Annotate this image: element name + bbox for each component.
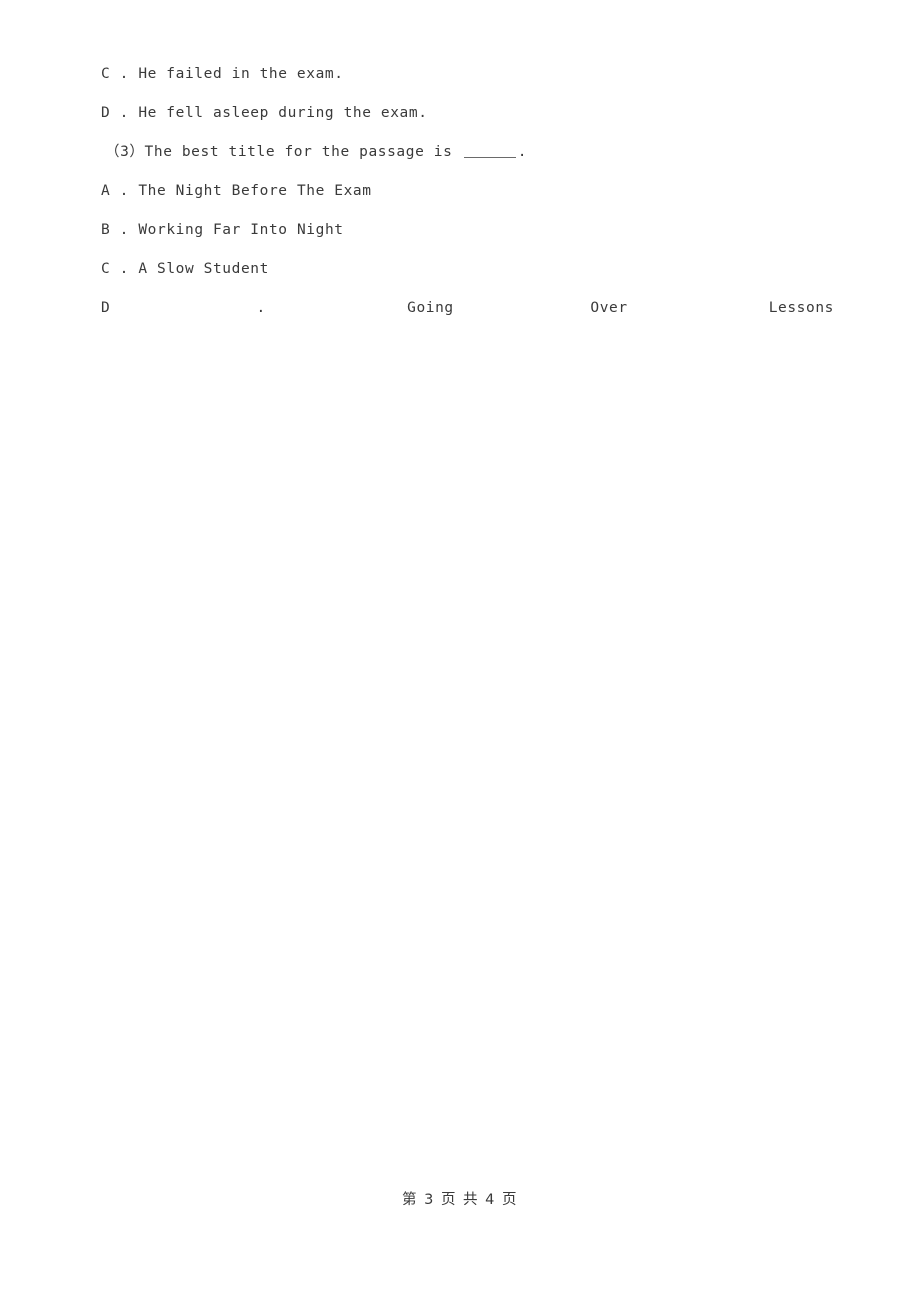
- document-page: C . He failed in the exam. D . He fell a…: [0, 0, 920, 1302]
- answer-option-d-separator: .: [256, 300, 266, 316]
- answer-option-a-text: The Night Before The Exam: [138, 183, 372, 199]
- question-content-block: C . He failed in the exam. D . He fell a…: [101, 55, 834, 328]
- answer-option-d-word-lessons: Lessons: [768, 300, 834, 316]
- answer-option-b: B . Working Far Into Night: [101, 211, 834, 250]
- answer-option-c-text: A Slow Student: [138, 261, 269, 277]
- question-3-stem: （3）The best title for the passage is .: [101, 133, 834, 172]
- answer-option-b-text: Working Far Into Night: [138, 222, 344, 238]
- page-number-footer: 第 3 页 共 4 页: [402, 1192, 518, 1208]
- answer-option-c-previous: C . He failed in the exam.: [101, 66, 344, 82]
- answer-option-d-label: D: [101, 300, 111, 316]
- answer-option-d-previous: D . He fell asleep during the exam.: [101, 105, 428, 121]
- answer-option-a: A . The Night Before The Exam: [101, 172, 834, 211]
- answer-option-d-word-going: Going: [407, 300, 454, 316]
- answer-option-c-separator: .: [110, 261, 139, 277]
- question-3-number: （3）: [105, 144, 145, 160]
- answer-option-b-label: B: [101, 222, 111, 238]
- answer-option-a-separator: .: [110, 183, 139, 199]
- question-3-blank: [463, 157, 516, 158]
- answer-option-c-label: C: [101, 261, 111, 277]
- answer-option-d-word-over: Over: [590, 300, 628, 316]
- question-3-text-after-blank: .: [517, 144, 528, 160]
- answer-option-d: D. Going Over Lessons: [101, 289, 834, 328]
- answer-option-b-separator: .: [110, 222, 139, 238]
- answer-option-c: C . A Slow Student: [101, 250, 834, 289]
- question-3-text-before-blank: The best title for the passage is: [144, 144, 462, 160]
- answer-option-a-label: A: [101, 183, 111, 199]
